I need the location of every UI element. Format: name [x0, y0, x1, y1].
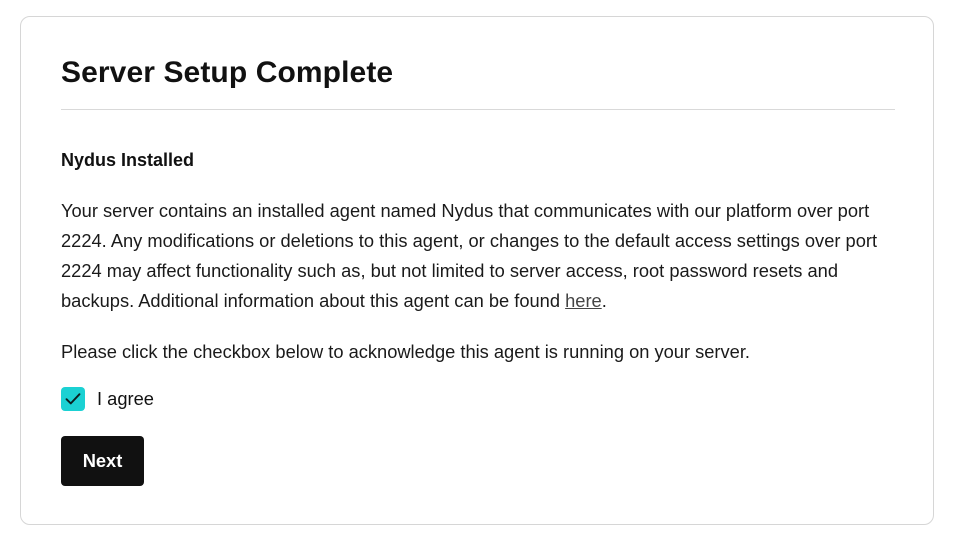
title-divider: [61, 109, 895, 110]
agent-description-end: .: [601, 290, 607, 311]
agree-checkbox-row[interactable]: I agree: [61, 386, 154, 412]
section-heading: Nydus Installed: [61, 150, 195, 170]
agent-description-text: Your server contains an installed agent …: [61, 200, 878, 311]
acknowledge-instruction: Please click the checkbox below to ackno…: [61, 341, 750, 362]
setup-complete-card: Server Setup Complete Nydus Installed Yo…: [20, 16, 934, 525]
more-info-link[interactable]: here: [565, 290, 602, 311]
next-button[interactable]: Next: [61, 436, 144, 486]
page-title: Server Setup Complete: [61, 56, 394, 89]
agree-checkbox[interactable]: [61, 387, 85, 411]
checkmark-icon: [65, 393, 81, 405]
agent-description: Your server contains an installed agent …: [61, 196, 901, 316]
agree-checkbox-label[interactable]: I agree: [97, 388, 154, 410]
